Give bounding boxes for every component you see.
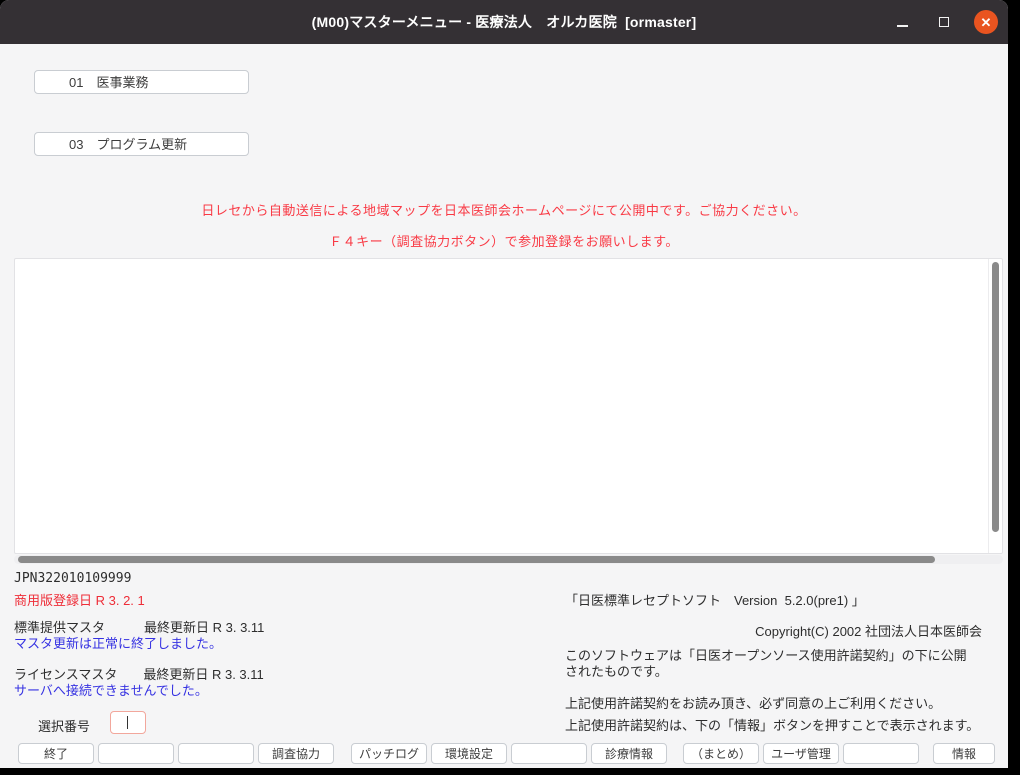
fkey-info-button[interactable]: 情報 xyxy=(933,743,995,764)
vertical-scrollbar[interactable] xyxy=(988,259,1002,553)
selection-number-label: 選択番号 xyxy=(38,716,90,735)
window-title: (M00)マスターメニュー - 医療法人 オルカ医院 [ormaster] xyxy=(0,0,1008,44)
text-cursor xyxy=(127,716,128,729)
maximize-icon xyxy=(939,17,949,27)
app-window: (M00)マスターメニュー - 医療法人 オルカ医院 [ormaster] ✕ … xyxy=(0,0,1008,768)
minimize-icon xyxy=(897,25,908,27)
serial-number: JPN322010109999 xyxy=(14,571,131,586)
notice-line-2: Ｆ４キー（調査協力ボタン）で参加登録をお願いします。 xyxy=(0,231,1008,250)
titlebar[interactable]: (M00)マスターメニュー - 医療法人 オルカ医院 [ormaster] ✕ xyxy=(0,0,1008,44)
license-intro: このソフトウェアは「日医オープンソース使用許諾契約」の下に公開 されたものです。 xyxy=(565,648,995,680)
function-key-row: 終了 調査協力 パッチログ 環境設定 診療情報 （まとめ） ユーザ管理 情報 xyxy=(18,743,995,764)
horizontal-scrollbar[interactable] xyxy=(14,555,1003,564)
selection-number-field xyxy=(110,711,146,734)
minimize-button[interactable] xyxy=(890,10,914,34)
fkey-patch-log-button[interactable]: パッチログ xyxy=(351,743,427,764)
license-master-message: サーバへ接続できませんでした。 xyxy=(14,680,208,699)
copyright: Copyright(C) 2002 社団法人日本医師会 xyxy=(565,621,982,640)
close-icon: ✕ xyxy=(981,16,992,29)
fkey-medical-info-button[interactable]: 診療情報 xyxy=(591,743,667,764)
standard-master-message: マスタ更新は正常に終了しました。 xyxy=(14,633,222,652)
fkey-empty-button-7[interactable] xyxy=(511,743,587,764)
notice-line-1: 日レセから自動送信による地域マップを日本医師会ホームページにて公開中です。ご協力… xyxy=(0,200,1008,219)
fkey-exit-button[interactable]: 終了 xyxy=(18,743,94,764)
fkey-env-settings-button[interactable]: 環境設定 xyxy=(431,743,507,764)
content-list-pane[interactable] xyxy=(14,258,1003,554)
fkey-summary-button[interactable]: （まとめ） xyxy=(683,743,759,764)
window-controls: ✕ xyxy=(890,0,998,44)
product-version: 「日医標準レセプトソフト Version 5.2.0(pre1) 」 xyxy=(565,590,865,609)
menu-item-program-update[interactable]: 03 プログラム更新 xyxy=(34,132,249,156)
maximize-button[interactable] xyxy=(932,10,956,34)
fkey-empty-button-3[interactable] xyxy=(178,743,254,764)
license-note-2: 上記使用許諾契約は、下の「情報」ボタンを押すことで表示されます。 xyxy=(565,715,979,734)
selection-number-input[interactable] xyxy=(110,711,146,734)
fkey-user-admin-button[interactable]: ユーザ管理 xyxy=(763,743,839,764)
horizontal-scrollbar-thumb[interactable] xyxy=(18,556,935,563)
menu-item-medical-affairs[interactable]: 01 医事業務 xyxy=(34,70,249,94)
close-button[interactable]: ✕ xyxy=(974,10,998,34)
commercial-registration-date: 商用版登録日 R 3. 2. 1 xyxy=(14,590,145,609)
fkey-empty-button-2[interactable] xyxy=(98,743,174,764)
vertical-scrollbar-thumb[interactable] xyxy=(992,262,999,532)
fkey-empty-button-11[interactable] xyxy=(843,743,919,764)
fkey-survey-coop-button[interactable]: 調査協力 xyxy=(258,743,334,764)
license-note-1: 上記使用許諾契約をお読み頂き、必ず同意の上ご利用ください。 xyxy=(565,693,941,712)
